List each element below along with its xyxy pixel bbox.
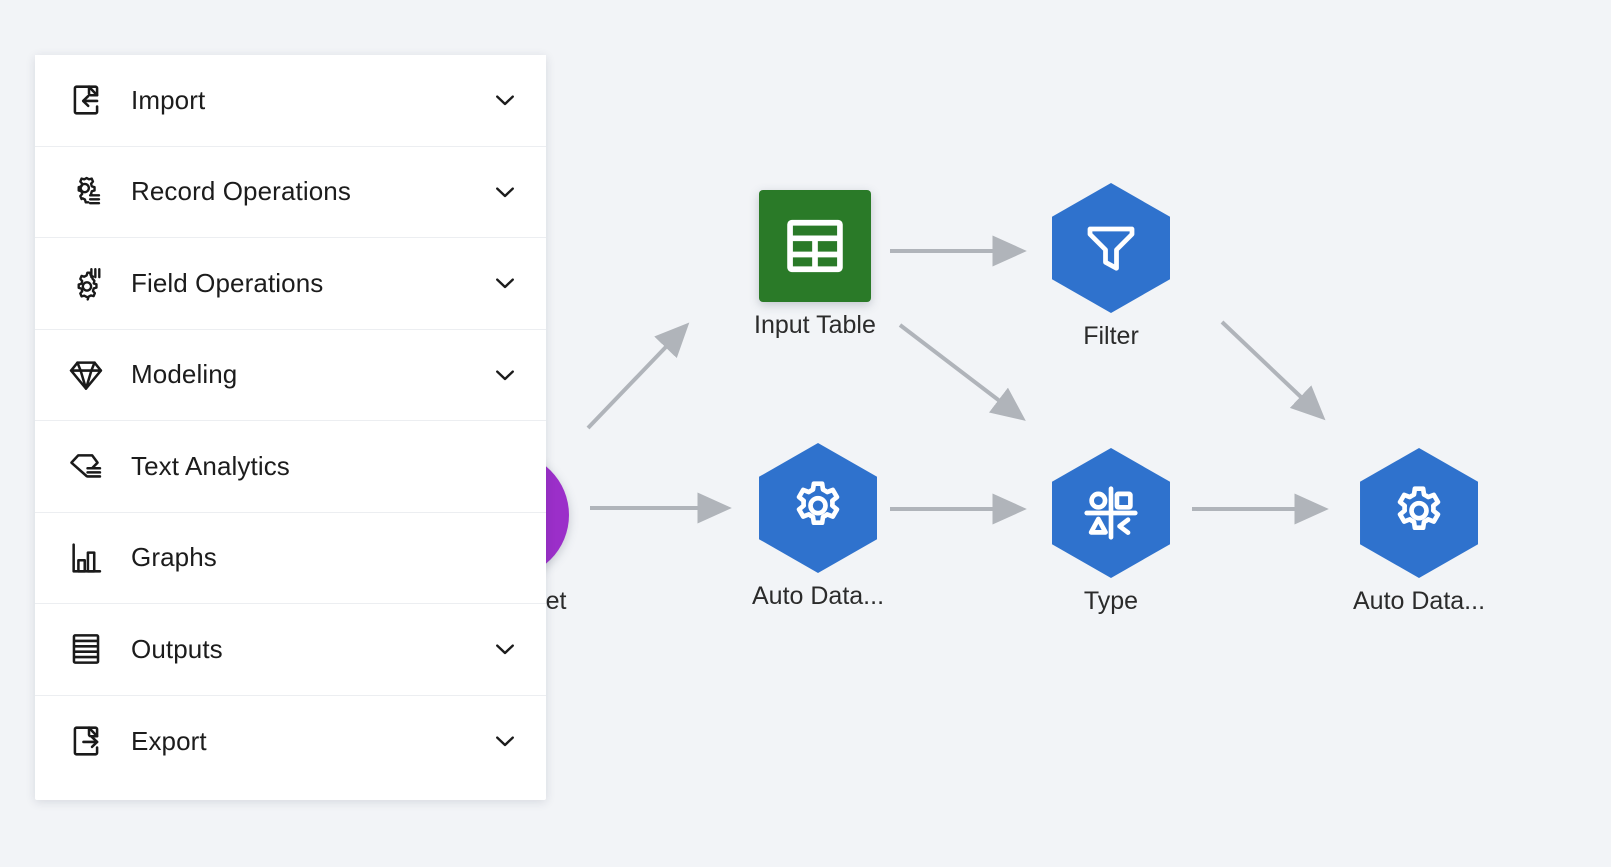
edge-input-table-to-type: [898, 323, 1026, 421]
node-auto-data-2-shape: [1360, 448, 1479, 578]
edge-filter-to-auto-data-2: [1220, 320, 1326, 421]
sidebar-item-record-operations[interactable]: Record Operations: [35, 146, 546, 238]
node-filter-label: Filter: [1083, 322, 1139, 350]
sidebar-item-import[interactable]: Import: [35, 55, 546, 147]
node-auto-data-1-label: Auto Data...: [752, 582, 885, 610]
type-shapes-icon: [1080, 482, 1142, 544]
bar-chart-icon: [63, 535, 109, 581]
stacked-rows-icon: [63, 626, 109, 672]
sidebar-item-outputs[interactable]: Outputs: [35, 604, 546, 696]
text-tag-icon: [63, 443, 109, 489]
edge-data-asset-to-input-table: [586, 322, 690, 430]
sidebar-item-modeling[interactable]: Modeling: [35, 329, 546, 421]
node-type-label: Type: [1083, 587, 1139, 615]
node-input-table[interactable]: Input Table: [754, 190, 876, 340]
sidebar-item-label: Graphs: [131, 542, 217, 573]
funnel-icon: [1081, 218, 1141, 278]
node-auto-data-2-label: Auto Data...: [1353, 587, 1486, 615]
sidebar-item-label: Import: [131, 84, 206, 115]
sidebar-item-label: Field Operations: [131, 267, 324, 298]
sidebar-item-text-analytics[interactable]: Text Analytics: [35, 421, 546, 513]
sidebar-item-label: Export: [131, 725, 207, 756]
gear-records-icon: [63, 169, 109, 215]
chevron-down-icon[interactable]: [488, 724, 522, 758]
node-auto-data-1[interactable]: Auto Data...: [752, 443, 884, 611]
node-type-shape: [1052, 448, 1170, 578]
gear-icon: [1388, 482, 1450, 544]
node-type[interactable]: Type: [1052, 448, 1170, 616]
node-filter-shape: [1052, 183, 1170, 313]
sidebar-item-graphs[interactable]: Graphs: [35, 512, 546, 604]
import-document-icon: [63, 77, 109, 123]
chevron-down-icon[interactable]: [488, 266, 522, 300]
export-document-icon: [63, 718, 109, 764]
gear-fields-icon: [63, 260, 109, 306]
sidebar-item-label: Modeling: [131, 359, 238, 390]
sidebar-item-label: Outputs: [131, 633, 223, 664]
node-palette-sidebar: Import Record Operations Field Operation…: [35, 55, 546, 800]
sidebar-item-export[interactable]: Export: [35, 695, 546, 787]
gear-icon: [787, 477, 849, 539]
chevron-down-icon[interactable]: [488, 175, 522, 209]
chevron-down-icon[interactable]: [488, 83, 522, 117]
chevron-down-icon[interactable]: [488, 632, 522, 666]
node-auto-data-1-shape: [759, 443, 878, 573]
node-auto-data-2[interactable]: Auto Data...: [1353, 448, 1485, 616]
node-input-table-shape: [758, 190, 871, 302]
diamond-icon: [63, 352, 109, 398]
node-filter[interactable]: Filter: [1052, 183, 1170, 351]
sidebar-item-label: Text Analytics: [131, 450, 290, 481]
node-input-table-label: Input Table: [754, 311, 876, 339]
table-grid-icon: [781, 212, 849, 280]
sidebar-item-field-operations[interactable]: Field Operations: [35, 238, 546, 330]
sidebar-item-label: Record Operations: [131, 176, 351, 207]
chevron-down-icon[interactable]: [488, 358, 522, 392]
